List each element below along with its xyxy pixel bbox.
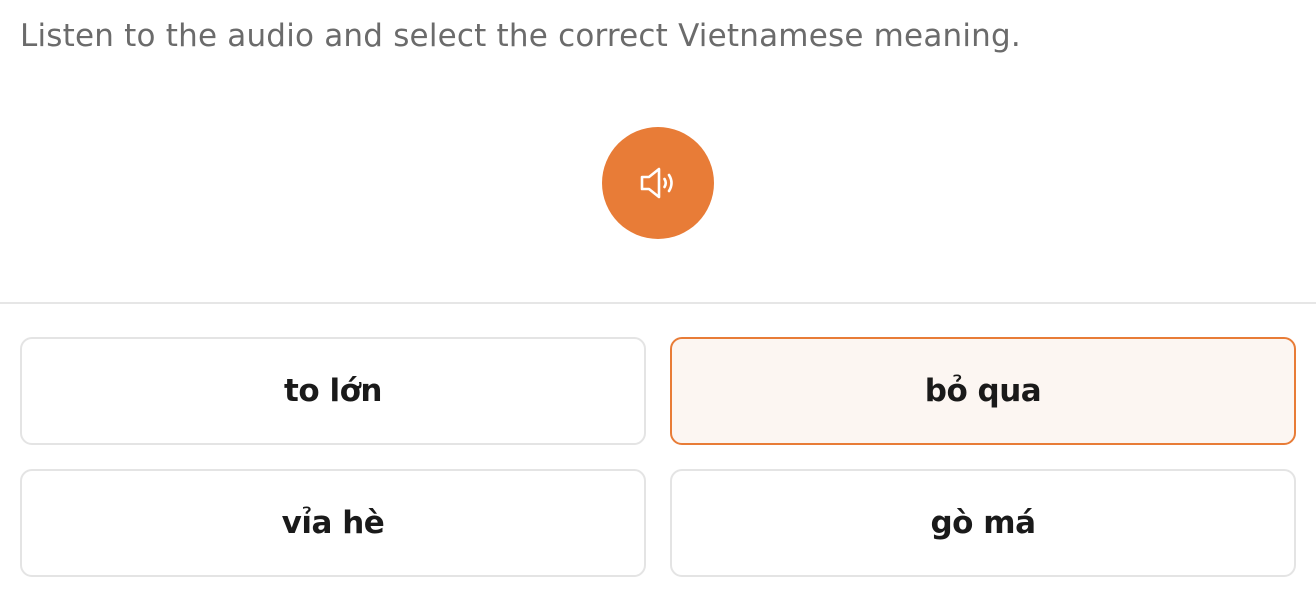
speaker-icon <box>634 159 682 207</box>
play-audio-button[interactable] <box>602 127 714 239</box>
instruction-text: Listen to the audio and select the corre… <box>20 18 1021 54</box>
answer-option-1[interactable]: to lớn <box>20 337 646 445</box>
exercise-page: Listen to the audio and select the corre… <box>0 0 1316 598</box>
answer-option-label: gò má <box>930 505 1036 541</box>
answer-option-3[interactable]: vỉa hè <box>20 469 646 577</box>
divider <box>0 302 1316 304</box>
answer-option-4[interactable]: gò má <box>670 469 1296 577</box>
answer-option-2[interactable]: bỏ qua <box>670 337 1296 445</box>
answer-option-label: vỉa hè <box>281 505 385 541</box>
answer-option-label: bỏ qua <box>924 373 1042 409</box>
answer-option-label: to lớn <box>284 373 382 409</box>
